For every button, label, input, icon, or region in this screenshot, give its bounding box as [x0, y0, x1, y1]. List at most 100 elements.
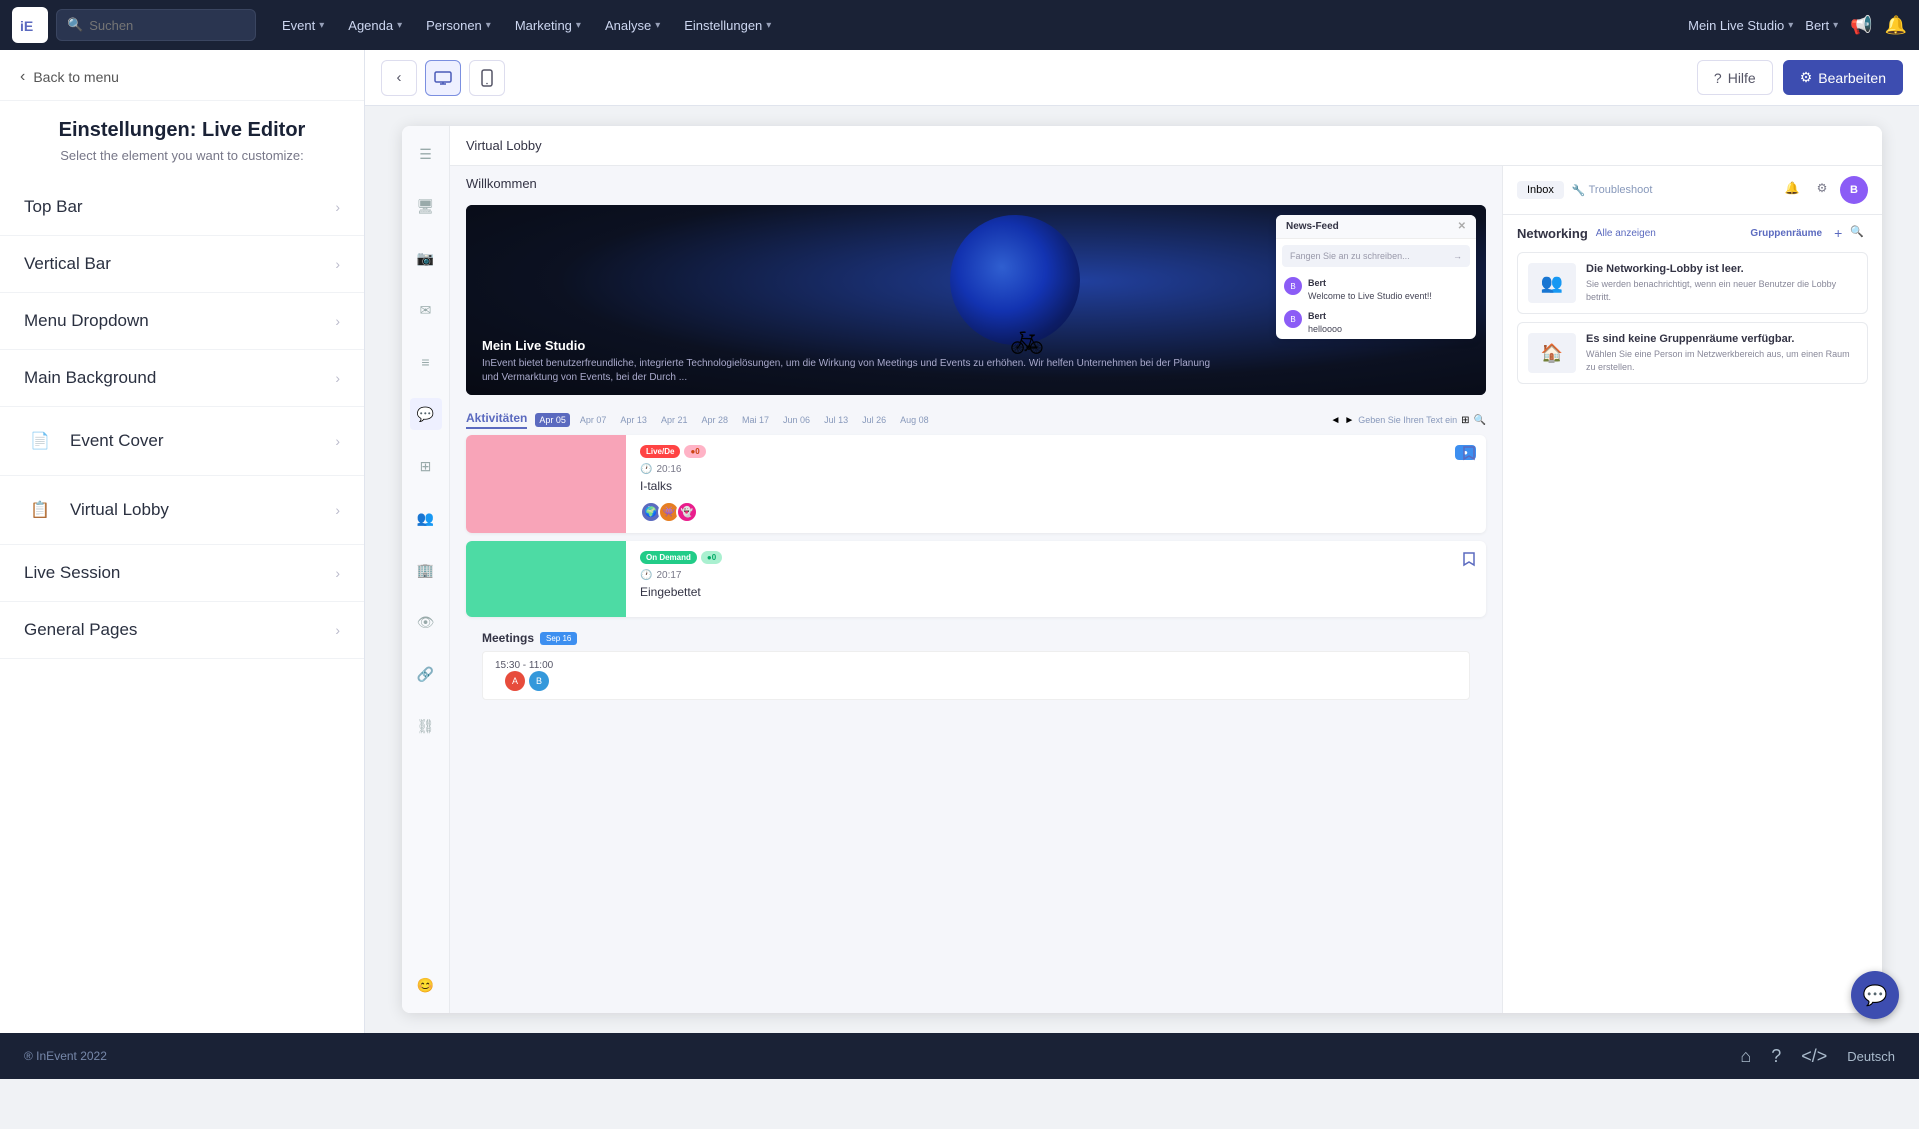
back-to-menu-button[interactable]: ‹ Back to menu — [0, 50, 364, 101]
search-box[interactable]: 🔍 — [56, 9, 256, 41]
preview-list-icon[interactable]: ≡ — [410, 346, 442, 378]
code-footer-icon[interactable]: </> — [1801, 1046, 1827, 1067]
add-room-icon[interactable]: + — [1830, 225, 1846, 242]
activity-time-1: 🕐 20:16 — [640, 464, 1472, 475]
language-selector[interactable]: Deutsch — [1847, 1049, 1895, 1064]
date-tab-8[interactable]: Jul 26 — [858, 413, 890, 427]
activities-search-icon[interactable]: 🔍 — [1474, 415, 1486, 426]
help-footer-icon[interactable]: ? — [1771, 1046, 1781, 1067]
troubleshoot-tab[interactable]: 🔧 Troubleshoot — [1572, 184, 1653, 197]
preview-main: Virtual Lobby Willkommen 🚲 — [450, 126, 1882, 1013]
bell-right-icon[interactable]: 🔔 — [1780, 176, 1804, 200]
preview-hero-text: Mein Live Studio InEvent bietet benutzer… — [482, 338, 1226, 385]
preview-networking-section: Networking Alle anzeigen Gruppenräume + … — [1503, 215, 1882, 402]
chevron-right-icon: › — [335, 433, 340, 449]
user-selector[interactable]: Bert ▾ — [1805, 18, 1838, 33]
preview-people-icon[interactable]: 👥 — [410, 502, 442, 534]
sidebar-item-topbar[interactable]: Top Bar › — [0, 179, 364, 236]
chat-widget-button[interactable]: 💬 — [1851, 971, 1899, 1019]
settings-sidebar: ‹ Back to menu Einstellungen: Live Edito… — [0, 50, 365, 1033]
preview-center-content: Willkommen 🚲 Mein Live Studio InEvent bi… — [450, 166, 1502, 1013]
menu-marketing[interactable]: Marketing ▾ — [505, 12, 591, 39]
chat-widget-icon: 💬 — [1863, 983, 1888, 1008]
sidebar-item-vertical-bar[interactable]: Vertical Bar › — [0, 236, 364, 293]
bookmark-icon-2[interactable] — [1462, 551, 1476, 572]
activities-next-icon[interactable]: ► — [1344, 415, 1354, 426]
sidebar-item-general-pages[interactable]: General Pages › — [0, 602, 364, 659]
activities-text-icon[interactable]: Geben Sie Ihren Text ein — [1358, 415, 1457, 426]
bookmark-icon-1[interactable] — [1462, 445, 1476, 466]
sidebar-item-main-background[interactable]: Main Background › — [0, 350, 364, 407]
help-button[interactable]: ? Hilfe — [1697, 60, 1773, 95]
gruppenraume-tab[interactable]: Gruppenräume — [1742, 225, 1830, 242]
inbox-tab[interactable]: Inbox — [1517, 181, 1564, 199]
clock-icon-2: 🕐 — [640, 570, 652, 581]
close-icon[interactable]: ✕ — [1458, 221, 1466, 232]
clock-icon: 🕐 — [640, 464, 652, 475]
activities-filter-icon[interactable]: ⊞ — [1461, 415, 1469, 426]
menu-einstellungen[interactable]: Einstellungen ▾ — [674, 12, 781, 39]
edit-button[interactable]: ⚙ Bearbeiten — [1783, 60, 1903, 95]
menu-event[interactable]: Event ▾ — [272, 12, 334, 39]
activities-prev-icon[interactable]: ◄ — [1330, 415, 1340, 426]
megaphone-icon[interactable]: 📢 — [1850, 15, 1872, 36]
home-footer-icon[interactable]: ⌂ — [1740, 1046, 1751, 1067]
date-tab-3[interactable]: Apr 21 — [657, 413, 692, 427]
chevron-down-icon: ▾ — [766, 20, 771, 31]
bell-icon[interactable]: 🔔 — [1885, 15, 1907, 36]
sidebar-item-virtual-lobby[interactable]: 📋 Virtual Lobby › — [0, 476, 364, 545]
date-tab-2[interactable]: Apr 13 — [616, 413, 651, 427]
preview-right-panel-header: Inbox 🔧 Troubleshoot 🔔 ⚙ B — [1503, 166, 1882, 215]
preview-building-icon[interactable]: 🏢 — [410, 554, 442, 586]
preview-email-icon[interactable]: ✉ — [410, 294, 442, 326]
back-button[interactable]: ‹ — [381, 60, 417, 96]
room-info-2: Es sind keine Gruppenräume verfügbar. Wä… — [1586, 333, 1857, 373]
chevron-down-icon: ▾ — [655, 20, 660, 31]
preview-smiley-icon[interactable]: 😊 — [410, 969, 442, 1001]
preview-chat-icon[interactable]: 💬 — [410, 398, 442, 430]
meeting-avatar-2: B — [529, 671, 549, 691]
preview-desktop-icon[interactable]: 🖥 — [410, 190, 442, 222]
app-logo: iE — [12, 7, 48, 43]
menu-analyse[interactable]: Analyse ▾ — [595, 12, 670, 39]
search-input[interactable] — [89, 18, 245, 33]
chevron-right-icon: › — [335, 256, 340, 272]
desktop-view-button[interactable] — [425, 60, 461, 96]
preview-camera-icon[interactable]: 📷 — [410, 242, 442, 274]
preview-eye-icon[interactable]: 👁 — [410, 606, 442, 638]
copyright-text: ® InEvent 2022 — [24, 1049, 107, 1063]
user-avatar-right[interactable]: B — [1840, 176, 1868, 204]
search-room-icon[interactable]: 🔍 — [1846, 225, 1868, 242]
date-tab-5[interactable]: Mai 17 — [738, 413, 773, 427]
send-icon: → — [1453, 251, 1462, 261]
top-menu: Event ▾ Agenda ▾ Personen ▾ Marketing ▾ … — [272, 12, 781, 39]
menu-agenda[interactable]: Agenda ▾ — [338, 12, 412, 39]
chevron-right-icon: › — [335, 370, 340, 386]
sidebar-item-menu-dropdown[interactable]: Menu Dropdown › — [0, 293, 364, 350]
preview-link2-icon[interactable]: ⛓ — [410, 710, 442, 742]
chevron-right-icon: › — [335, 502, 340, 518]
preview-grid-icon[interactable]: ⊞ — [410, 450, 442, 482]
date-tab-1[interactable]: Apr 07 — [576, 413, 611, 427]
sidebar-item-event-cover[interactable]: 📄 Event Cover › — [0, 407, 364, 476]
sidebar-item-live-session[interactable]: Live Session › — [0, 545, 364, 602]
chat-message-2: B Bert helloooo — [1276, 306, 1476, 339]
preview-chat-input[interactable]: Fangen Sie an zu schreiben... → — [1282, 245, 1470, 267]
mobile-view-button[interactable] — [469, 60, 505, 96]
studio-selector[interactable]: Mein Live Studio ▾ — [1688, 18, 1793, 33]
date-tab-6[interactable]: Jun 06 — [779, 413, 814, 427]
date-tab-7[interactable]: Jul 13 — [820, 413, 852, 427]
date-tab-active[interactable]: Apr 05 — [535, 413, 570, 427]
gear-right-icon[interactable]: ⚙ — [1810, 176, 1834, 200]
menu-personen[interactable]: Personen ▾ — [416, 12, 501, 39]
activity-body-1: Live/De ●0 🕐 20:16 I-talks — [626, 435, 1486, 533]
preview-menu-icon[interactable]: ☰ — [410, 138, 442, 170]
help-icon: ? — [1714, 70, 1722, 86]
chevron-down-icon: ▾ — [486, 20, 491, 31]
networking-link[interactable]: Alle anzeigen — [1596, 228, 1656, 239]
chevron-right-icon: › — [335, 622, 340, 638]
date-tab-4[interactable]: Apr 28 — [697, 413, 732, 427]
date-tab-9[interactable]: Aug 08 — [896, 413, 933, 427]
preview-activities-nav: ◄ ► Geben Sie Ihren Text ein ⊞ 🔍 — [1330, 415, 1486, 426]
preview-link-icon[interactable]: 🔗 — [410, 658, 442, 690]
